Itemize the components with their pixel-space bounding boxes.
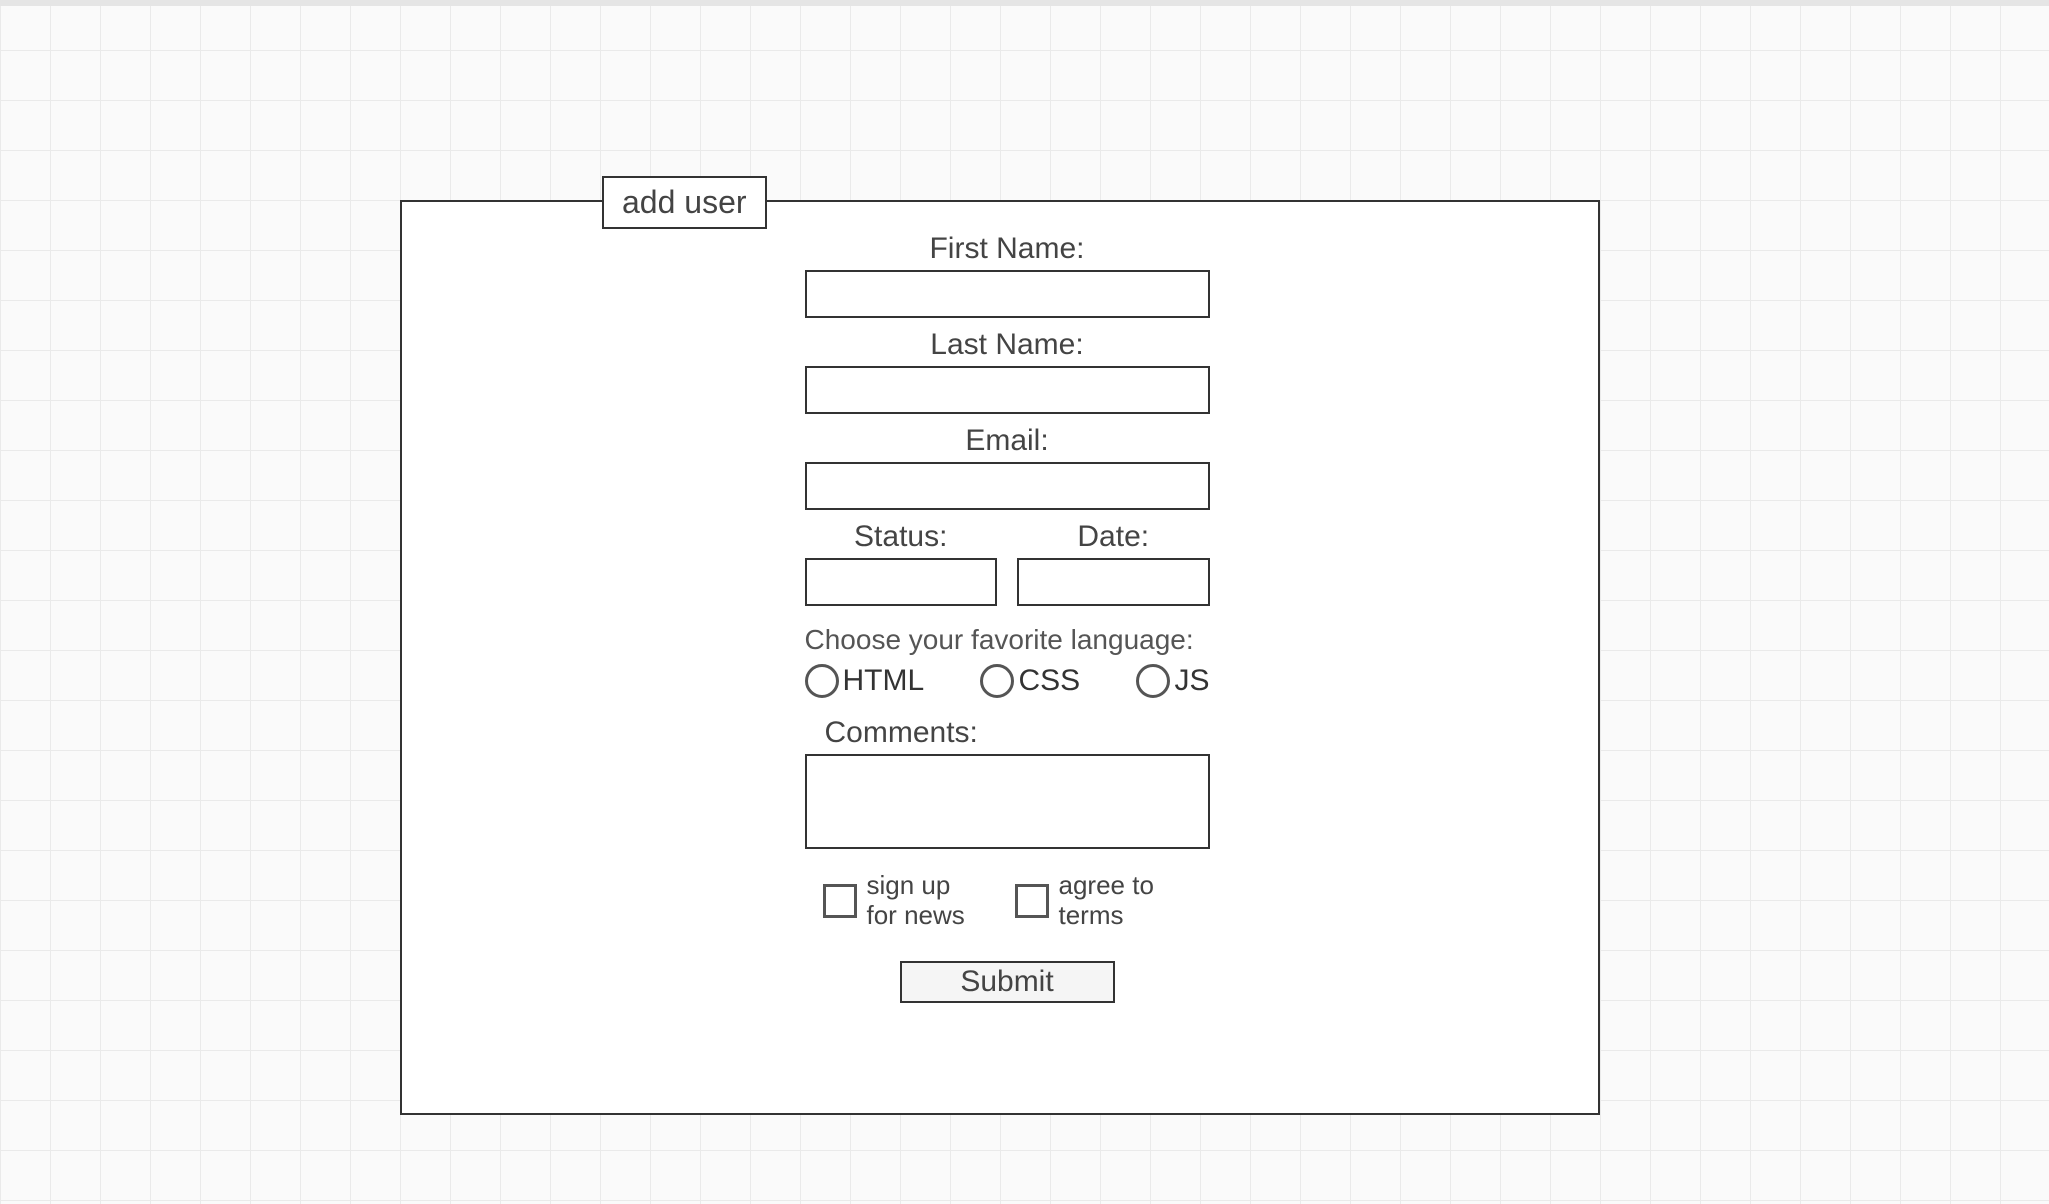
first-name-field: First Name: <box>802 232 1212 318</box>
checkbox-icon <box>1015 884 1049 918</box>
first-name-input[interactable] <box>805 270 1210 318</box>
last-name-label: Last Name: <box>930 328 1083 362</box>
radio-option-js[interactable]: JS <box>1136 664 1209 698</box>
radio-option-html[interactable]: HTML <box>805 664 925 698</box>
status-date-row: Status: Date: <box>805 520 1210 606</box>
checkbox-icon <box>823 884 857 918</box>
last-name-field: Last Name: <box>802 328 1212 414</box>
radio-icon <box>805 664 839 698</box>
radio-icon <box>1136 664 1170 698</box>
checkbox-label: sign up for news <box>867 871 987 931</box>
last-name-input[interactable] <box>805 366 1210 414</box>
checkbox-row: sign up for news agree to terms <box>805 871 1210 931</box>
radio-label: JS <box>1174 664 1209 698</box>
checkbox-news[interactable]: sign up for news <box>823 871 987 931</box>
email-label: Email: <box>965 424 1048 458</box>
status-field: Status: <box>805 520 998 606</box>
form-body: First Name: Last Name: Email: Status: Da… <box>802 232 1212 1003</box>
date-field: Date: <box>1017 520 1210 606</box>
radio-icon <box>980 664 1014 698</box>
language-group-label: Choose your favorite language: <box>805 624 1210 656</box>
language-radio-group: HTML CSS JS <box>805 664 1210 698</box>
radio-label: HTML <box>843 664 925 698</box>
grid-top-bar <box>0 0 2049 6</box>
date-label: Date: <box>1077 520 1149 554</box>
radio-label: CSS <box>1018 664 1080 698</box>
status-input[interactable] <box>805 558 998 606</box>
date-input[interactable] <box>1017 558 1210 606</box>
radio-option-css[interactable]: CSS <box>980 664 1080 698</box>
checkbox-terms[interactable]: agree to terms <box>1015 871 1179 931</box>
comments-label: Comments: <box>805 716 1210 750</box>
email-field: Email: <box>802 424 1212 510</box>
submit-button[interactable]: Submit <box>900 961 1115 1003</box>
add-user-fieldset: add user First Name: Last Name: Email: S… <box>400 200 1600 1115</box>
status-label: Status: <box>854 520 947 554</box>
fieldset-legend: add user <box>602 176 767 229</box>
comments-textarea[interactable] <box>805 754 1210 849</box>
first-name-label: First Name: <box>929 232 1084 266</box>
email-input[interactable] <box>805 462 1210 510</box>
checkbox-label: agree to terms <box>1059 871 1179 931</box>
